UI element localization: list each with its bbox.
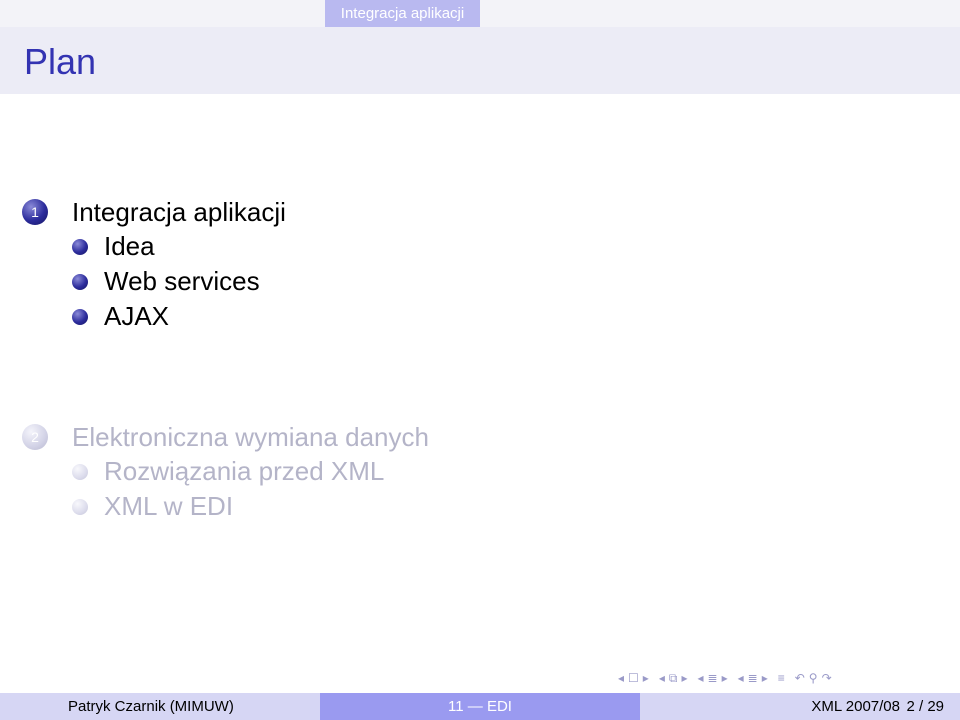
ball-bullet-icon	[72, 463, 88, 480]
footer-page-number: 2 / 29	[906, 698, 944, 715]
outline-section-1: 1 Integracja aplikacji Idea Web services…	[22, 195, 286, 334]
footer-bar: Patryk Czarnik (MIMUW) 11 — EDI XML 2007…	[0, 693, 960, 720]
subsection-item[interactable]: AJAX	[72, 299, 286, 334]
footer-date: XML 2007/08	[811, 698, 900, 715]
outline-section-2-heading[interactable]: 2 Elektroniczna wymiana danych	[22, 420, 429, 454]
ball-bullet-icon	[72, 308, 88, 325]
subsection-prev-icon[interactable]: ◂	[697, 668, 703, 688]
subsection-item[interactable]: XML w EDI	[72, 489, 429, 524]
header-bar: Integracja aplikacji	[0, 0, 960, 27]
subsection-label: Rozwiązania przed XML	[104, 456, 385, 486]
footer-center: 11 — EDI	[320, 693, 640, 720]
ball-bullet-icon	[72, 238, 88, 255]
subsection-next-icon[interactable]: ▸	[722, 668, 728, 688]
slide-next-icon[interactable]: ▸	[643, 668, 649, 688]
subsection-label: AJAX	[104, 301, 170, 331]
header-left	[0, 0, 325, 27]
subsection-list: Idea Web services AJAX	[72, 229, 286, 334]
frame-title-bar: Plan	[0, 27, 960, 94]
align-icon[interactable]: ≡	[778, 668, 785, 688]
slide-icon[interactable]: ☐	[628, 668, 639, 688]
navigation-symbols: ◂ ☐ ▸ ◂ ⧉ ▸ ◂ ≣ ▸ ◂ ≣ ▸ ≡ ↶ ⚲ ↷	[618, 668, 832, 688]
frame-prev-icon[interactable]: ◂	[659, 668, 665, 688]
frame-title: Plan	[24, 41, 97, 82]
footer-left: Patryk Czarnik (MIMUW)	[0, 693, 320, 720]
section-label: Elektroniczna wymiana danych	[72, 421, 429, 452]
ball-bullet-icon	[72, 498, 88, 515]
section-next-icon[interactable]: ▸	[762, 668, 768, 688]
subsection-item[interactable]: Web services	[72, 264, 286, 299]
footer-course: 11 — EDI	[448, 698, 512, 715]
header-right	[480, 0, 960, 27]
section-number-ball: 1	[22, 199, 48, 225]
slide-prev-icon[interactable]: ◂	[618, 668, 624, 688]
footer-right: XML 2007/08 2 / 29	[640, 693, 960, 720]
footer-author: Patryk Czarnik (MIMUW)	[68, 698, 234, 715]
subsection-item[interactable]: Idea	[72, 229, 286, 264]
subsection-list: Rozwiązania przed XML XML w EDI	[72, 454, 429, 524]
undo-icon[interactable]: ↶	[795, 668, 805, 688]
subsection-icon[interactable]: ≣	[708, 668, 718, 688]
frame-icon[interactable]: ⧉	[669, 668, 678, 688]
search-icon[interactable]: ⚲	[809, 668, 818, 688]
subsection-label: Idea	[104, 231, 155, 261]
frame-next-icon[interactable]: ▸	[681, 668, 687, 688]
subsection-label: Web services	[104, 266, 260, 296]
subsection-label: XML w EDI	[104, 491, 234, 521]
section-icon[interactable]: ≣	[748, 668, 758, 688]
outline-section-2: 2 Elektroniczna wymiana danych Rozwiązan…	[22, 420, 429, 524]
section-number-ball: 2	[22, 424, 48, 450]
section-prev-icon[interactable]: ◂	[738, 668, 744, 688]
redo-icon[interactable]: ↷	[822, 668, 832, 688]
header-section-title[interactable]: Integracja aplikacji	[325, 0, 480, 27]
subsection-item[interactable]: Rozwiązania przed XML	[72, 454, 429, 489]
section-label: Integracja aplikacji	[72, 196, 286, 227]
ball-bullet-icon	[72, 273, 88, 290]
outline-section-1-heading[interactable]: 1 Integracja aplikacji	[22, 195, 286, 229]
